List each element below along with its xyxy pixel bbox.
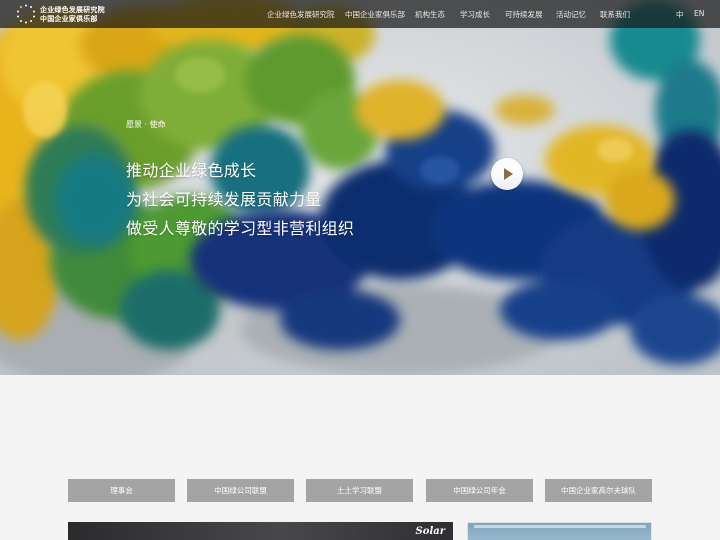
feature-card-left[interactable]: Solar — [68, 522, 453, 540]
play-icon — [504, 168, 513, 180]
lang-switch-zh[interactable]: 中 — [676, 9, 684, 20]
nav-item-research-institute[interactable]: 企业绿色发展研究院 — [267, 9, 335, 20]
site-logo[interactable]: 企业绿色发展研究院 中国企业家俱乐部 — [16, 4, 105, 24]
nav-item-events[interactable]: 活动记忆 — [556, 9, 586, 20]
nav-item-learning[interactable]: 学习成长 — [460, 9, 490, 20]
nav-item-ecosystem[interactable]: 机构生态 — [415, 9, 445, 20]
hero-line-3: 做受人尊敬的学习型非营利组织 — [126, 219, 355, 238]
hero-banner — [0, 0, 720, 375]
feature-card-caption: Solar — [415, 526, 445, 537]
logo-line-2: 中国企业家俱乐部 — [40, 14, 98, 23]
tab-learning-alliance[interactable]: 土土学习联盟 — [306, 479, 413, 502]
hero-line-2: 为社会可持续发展贡献力量 — [126, 190, 322, 209]
ink-cloud-background — [0, 0, 720, 375]
nav-item-contact[interactable]: 联系我们 — [600, 9, 630, 20]
card-image-strip — [474, 525, 646, 528]
nav-item-sustainability[interactable]: 可持续发展 — [505, 9, 543, 20]
tab-green-company-alliance[interactable]: 中国绿公司联盟 — [187, 479, 294, 502]
logo-line-1: 企业绿色发展研究院 — [40, 5, 105, 14]
lang-switch-en[interactable]: EN — [694, 9, 704, 18]
hero-kicker: 愿景 · 使命 — [126, 120, 166, 129]
play-video-button[interactable] — [491, 158, 523, 190]
tab-green-company-summit[interactable]: 中国绿公司年会 — [426, 479, 533, 502]
hero-line-1: 推动企业绿色成长 — [126, 161, 257, 180]
nav-item-entrepreneurs-club[interactable]: 中国企业家俱乐部 — [345, 9, 405, 20]
tab-council[interactable]: 理事会 — [68, 479, 175, 502]
feature-card-right[interactable] — [467, 522, 652, 540]
tab-golf-team[interactable]: 中国企业家高尔夫球队 — [545, 479, 652, 502]
top-navbar: 企业绿色发展研究院 中国企业家俱乐部 企业绿色发展研究院 中国企业家俱乐部 机构… — [0, 0, 720, 28]
dotted-circle-logo-icon — [17, 4, 35, 24]
